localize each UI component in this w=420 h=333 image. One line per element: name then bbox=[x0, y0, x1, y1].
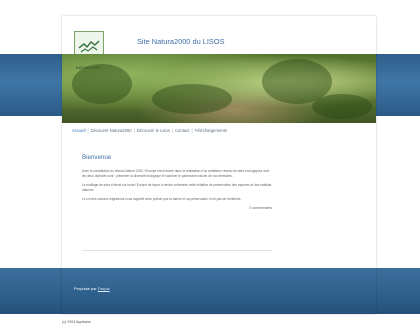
post-paragraph: Le maillage de sites s'étend sur toute l… bbox=[82, 183, 272, 192]
post-paragraph: Le vol des oiseaux migrateurs nous rappe… bbox=[82, 197, 242, 202]
forest-banner-image bbox=[62, 54, 376, 123]
nav-item-accueil[interactable]: Accueil bbox=[72, 128, 86, 133]
page-container: Site Natura2000 du LISOS NATURA 2000 Acc… bbox=[62, 16, 376, 314]
powered-by: Propulsé par Drupal bbox=[74, 286, 110, 291]
content-divider bbox=[82, 250, 272, 251]
comments-link[interactable]: 0 commentaires bbox=[82, 206, 272, 210]
nav-item-decouvrir-natura2000[interactable]: Découvrir Natura2000 bbox=[91, 128, 132, 133]
nav-separator: | bbox=[87, 127, 89, 133]
nav-item-telechargements[interactable]: Téléchargements bbox=[195, 128, 227, 133]
nav-separator: | bbox=[191, 127, 193, 133]
powered-by-label: Propulsé par bbox=[74, 286, 97, 291]
post-title[interactable]: Bienvenue bbox=[82, 154, 272, 161]
nav-item-contact[interactable]: Contact bbox=[175, 128, 189, 133]
nav-item-decouvrir-lisos[interactable]: Découvrir le Lisos bbox=[137, 128, 170, 133]
post-paragraph: Avec la constitution du réseau Natura 20… bbox=[82, 169, 270, 178]
nav-separator: | bbox=[133, 127, 135, 133]
copyright-text: (c) 2004 Aquitaine bbox=[62, 320, 91, 324]
main-navigation: Accueil | Découvrir Natura2000 | Découvr… bbox=[62, 123, 376, 137]
nav-separator: | bbox=[171, 127, 174, 133]
drupal-link[interactable]: Drupal bbox=[98, 286, 110, 291]
site-title[interactable]: Site Natura2000 du LISOS bbox=[137, 37, 225, 46]
main-content: Bienvenue Avec la constitution du réseau… bbox=[82, 154, 272, 211]
logo-wordmark: NATURA 2000 bbox=[76, 66, 101, 70]
site-footer bbox=[62, 268, 376, 314]
